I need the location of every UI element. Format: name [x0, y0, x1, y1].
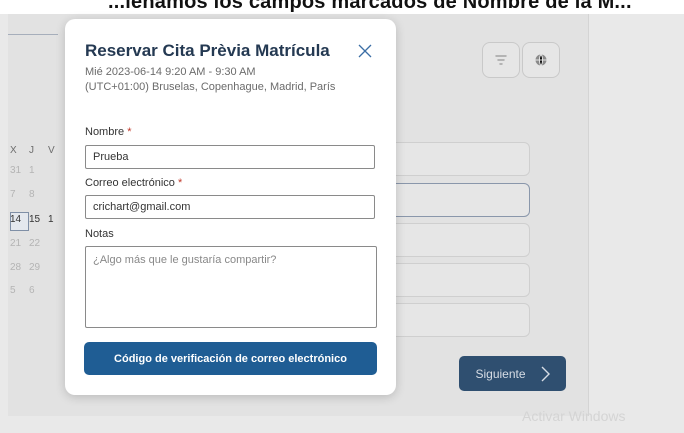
name-field[interactable]: Prueba — [85, 145, 375, 169]
calendar-week: 78 — [10, 189, 35, 200]
calendar-week: 31 1 — [10, 165, 35, 176]
close-icon — [358, 44, 372, 58]
background-divider — [8, 34, 58, 35]
next-button-label: Siguiente — [475, 366, 526, 381]
calendar-week: 56 — [10, 285, 35, 296]
close-button[interactable] — [355, 41, 375, 61]
appointment-timezone: (UTC+01:00) Bruselas, Copenhague, Madrid… — [85, 81, 336, 93]
notes-placeholder: ¿Algo más que le gustaría compartir? — [93, 254, 277, 266]
required-marker: * — [127, 126, 132, 138]
calendar-week: 14 15 1 — [10, 214, 54, 225]
modal-title: Reservar Cita Prèvia Matrícula — [85, 41, 330, 60]
notes-label: Notas — [85, 228, 114, 240]
booking-modal: Reservar Cita Prèvia Matrícula Mié 2023-… — [65, 19, 396, 395]
chevron-right-icon — [541, 366, 550, 381]
windows-activation-watermark: Activar Windows — [522, 408, 626, 424]
calendar-week: 28 29 — [10, 262, 41, 273]
top-banner: ...lenamos los campos marcados de Nombre… — [0, 0, 684, 14]
appointment-datetime: Mié 2023-06-14 9:20 AM - 9:30 AM — [85, 66, 256, 78]
filter-icon — [495, 55, 507, 65]
name-label: Nombre * — [85, 126, 132, 138]
next-button[interactable]: Siguiente — [459, 356, 566, 391]
email-verification-code-button[interactable]: Código de verificación de correo electró… — [84, 342, 377, 375]
globe-button[interactable] — [522, 42, 560, 78]
email-field[interactable]: crichart@gmail.com — [85, 195, 375, 219]
calendar-header: XJV — [10, 145, 55, 156]
notes-textarea[interactable]: ¿Algo más que le gustaría compartir? — [85, 246, 377, 328]
email-label: Correo electrónico * — [85, 177, 183, 189]
required-marker: * — [177, 177, 183, 189]
banner-text: ...lenamos los campos marcados de Nombre… — [108, 0, 632, 13]
filter-button[interactable] — [482, 42, 520, 78]
calendar-week: 21 22 — [10, 238, 41, 249]
globe-icon — [535, 54, 547, 66]
